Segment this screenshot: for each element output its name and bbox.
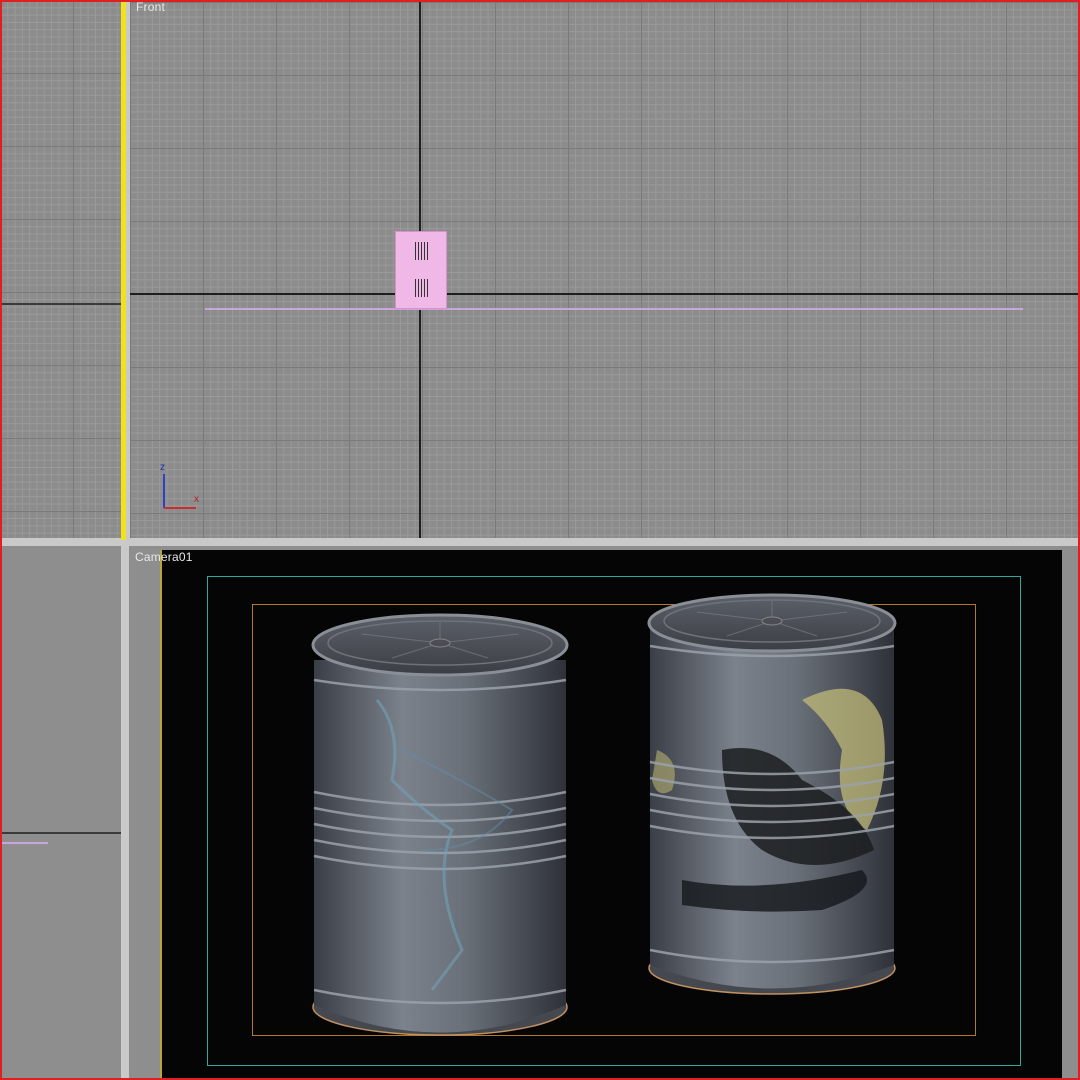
can-right[interactable]	[647, 593, 897, 995]
axis-x-label: x	[194, 494, 199, 505]
ground-plane-edge[interactable]	[205, 308, 1023, 310]
barcode-texture-icon	[415, 242, 429, 260]
axis-z-label: z	[160, 462, 165, 473]
viewport-divider-horizontal[interactable]	[0, 538, 1080, 546]
viewport-bottom-left[interactable]	[0, 546, 121, 1078]
viewport-label-front[interactable]: Front	[136, 2, 165, 14]
viewport-divider-vertical-bottom[interactable]	[121, 540, 129, 1080]
selected-object-front[interactable]	[395, 231, 447, 309]
world-axis-line	[0, 832, 121, 834]
active-viewport-highlight	[121, 0, 126, 540]
world-axis-horizontal	[130, 293, 1078, 295]
scene-render	[311, 593, 897, 1036]
camera-render-area[interactable]	[162, 550, 1062, 1078]
viewport-camera[interactable]: Camera01	[129, 546, 1078, 1078]
can-left[interactable]	[311, 613, 569, 1036]
viewport-front[interactable]: Front z x	[130, 2, 1078, 538]
ground-plane-edge[interactable]	[0, 842, 48, 844]
viewport-label-camera[interactable]: Camera01	[135, 550, 193, 564]
axis-tripod-icon: z x	[160, 462, 199, 509]
world-axis-line	[0, 303, 121, 305]
viewport-top-left[interactable]	[0, 0, 121, 538]
barcode-texture-icon	[415, 279, 429, 297]
